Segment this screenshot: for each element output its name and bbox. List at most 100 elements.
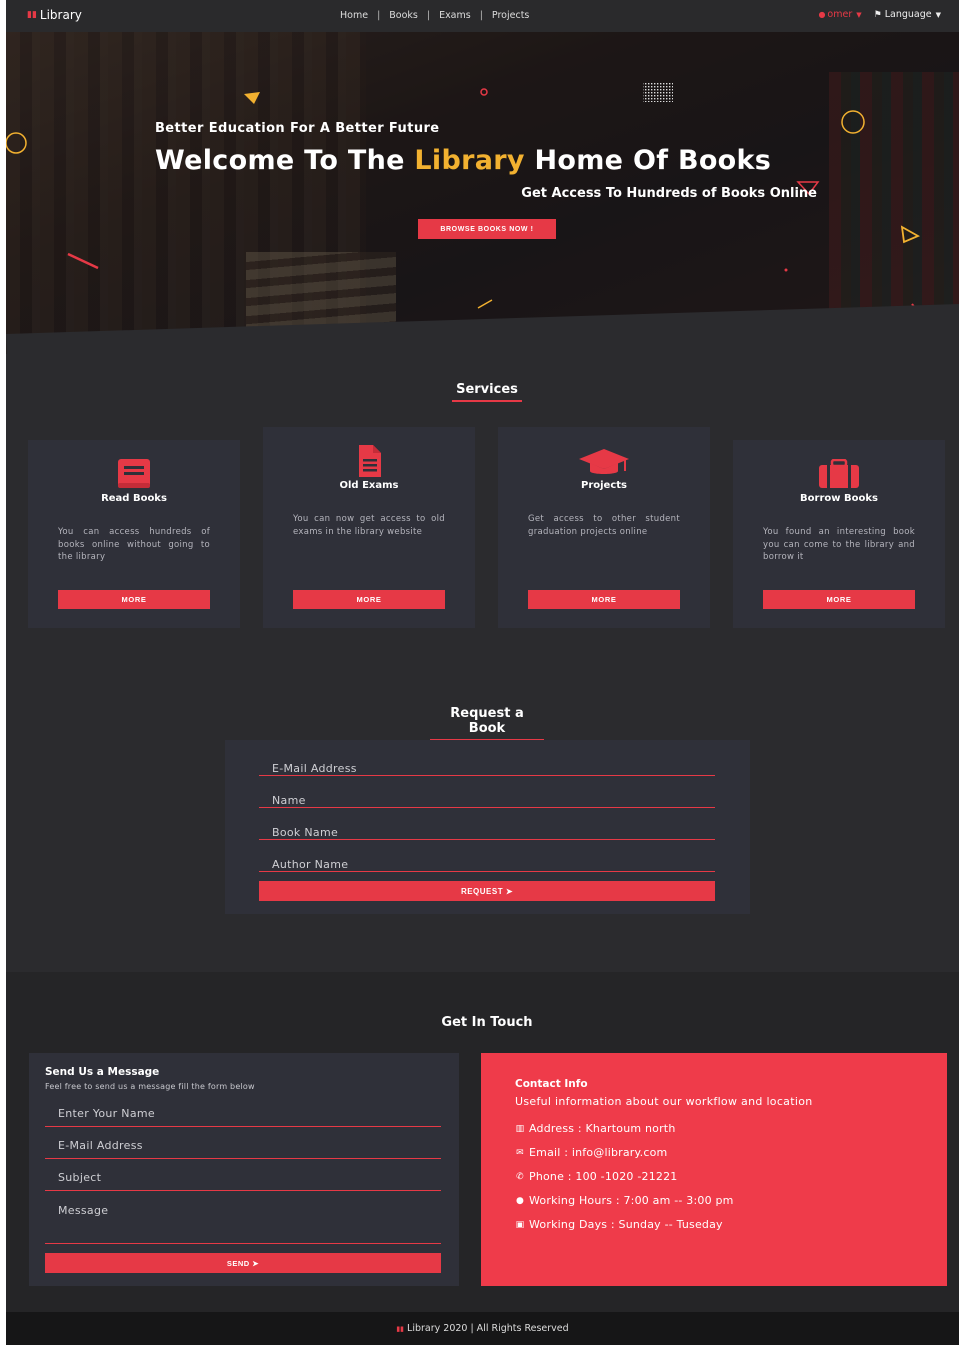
book-open-icon: ▮▮: [396, 1324, 405, 1333]
address-text: Address : Khartoum north: [529, 1122, 676, 1135]
graduation-cap-icon: [498, 447, 710, 481]
name-input[interactable]: Enter Your Name: [45, 1107, 441, 1127]
phone-row: ✆ Phone : 100 -1020 -21221: [515, 1170, 678, 1183]
caret-down-icon: ▼: [856, 10, 862, 19]
service-card-old-exams: Old Exams You can now get access to old …: [263, 427, 475, 628]
working-hours-row: ● Working Hours : 7:00 am -- 3:00 pm: [515, 1194, 734, 1207]
nav-link-home[interactable]: Home: [340, 10, 368, 21]
user-dropdown[interactable]: ● omer ▼: [818, 9, 861, 20]
dot-shape: [784, 268, 788, 272]
service-card-title: Old Exams: [339, 480, 399, 491]
contact-info-lead: Useful information about our workflow an…: [515, 1095, 813, 1108]
name-field[interactable]: Name: [259, 780, 715, 808]
book-icon: [28, 457, 240, 495]
service-card-borrow-books: Borrow Books You found an interesting bo…: [733, 440, 945, 628]
circle-shape: [6, 132, 27, 154]
clock-icon: ●: [515, 1195, 525, 1206]
hero-subtitle: Get Access To Hundreds of Books Online: [521, 186, 817, 201]
working-hours-text: Working Hours : 7:00 am -- 3:00 pm: [529, 1194, 734, 1207]
language-label: Language: [884, 9, 932, 20]
service-card-projects: Projects Get access to other student gra…: [498, 427, 710, 628]
message-form: Send Us a Message Feel free to send us a…: [29, 1053, 459, 1286]
working-days-row: ▣ Working Days : Sunday -- Tuseday: [515, 1218, 723, 1231]
circle-shape: [841, 110, 865, 134]
footer: ▮▮ Library 2020 | All Rights Reserved: [6, 1312, 959, 1345]
triangle-shape: [900, 225, 921, 244]
nav-links: Home | Books | Exams | Projects: [340, 10, 529, 21]
line-shape: [67, 252, 99, 270]
service-card-text: You can now get access to old exams in t…: [293, 514, 445, 537]
nav-link-books[interactable]: Books: [389, 10, 418, 21]
user-name: omer: [827, 9, 853, 20]
hero-title-part2: Home Of Books: [524, 145, 772, 176]
message-textarea[interactable]: Message: [45, 1204, 441, 1244]
contact-info-heading: Contact Info: [515, 1078, 588, 1090]
more-button[interactable]: MORE: [528, 590, 680, 609]
request-button[interactable]: REQUEST ➤: [259, 881, 715, 901]
service-card-title: Read Books: [101, 493, 167, 504]
navbar: ▮▮ Library Home | Books | Exams | Projec…: [6, 0, 959, 32]
more-button[interactable]: MORE: [763, 590, 915, 609]
book-name-field[interactable]: Book Name: [259, 812, 715, 840]
hero-kicker: Better Education For A Better Future: [155, 121, 440, 136]
request-form: E-Mail Address Name Book Name Author Nam…: [225, 740, 750, 914]
browse-books-button[interactable]: BROWSE BOOKS NOW !: [418, 219, 556, 239]
envelope-icon: ✉: [516, 1147, 524, 1158]
brand-link[interactable]: ▮▮ Library: [27, 8, 82, 22]
brand-name: Library: [39, 8, 82, 22]
contact-title-text: Get In Touch: [441, 1015, 533, 1030]
more-button[interactable]: MORE: [58, 590, 210, 609]
triangle-shape: [244, 92, 260, 104]
author-name-field[interactable]: Author Name: [259, 844, 715, 872]
phone-icon: ✆: [516, 1171, 524, 1182]
service-card-text: You found an interesting book you can co…: [763, 527, 915, 562]
subject-input[interactable]: Subject: [45, 1171, 441, 1191]
flag-icon: ⚑: [873, 9, 882, 20]
map-icon: ▥: [515, 1123, 525, 1134]
nav-separator: |: [479, 10, 483, 21]
service-card-text: You can access hundreds of books online …: [58, 527, 210, 562]
briefcase-icon: [733, 458, 945, 493]
service-card-text: Get access to other student graduation p…: [528, 514, 680, 537]
nav-link-exams[interactable]: Exams: [439, 10, 471, 21]
file-icon: [263, 444, 475, 482]
contact-title: Get In Touch: [412, 1015, 562, 1030]
request-title-text: Request a Book: [450, 706, 524, 736]
footer-text: Library 2020 | All Rights Reserved: [407, 1323, 569, 1334]
line-shape: [477, 299, 493, 309]
message-form-heading: Send Us a Message: [45, 1066, 160, 1078]
email-row: ✉ Email : info@library.com: [515, 1146, 667, 1159]
services-title-text: Services: [456, 382, 518, 397]
message-form-lead: Feel free to send us a message fill the …: [45, 1082, 255, 1091]
hero-title-accent: Library: [414, 145, 525, 176]
send-button[interactable]: SEND ➤: [45, 1253, 441, 1273]
service-card-read-books: Read Books You can access hundreds of bo…: [28, 440, 240, 628]
page: ▮▮ Library Home | Books | Exams | Projec…: [6, 0, 959, 1345]
email-input[interactable]: E-Mail Address: [45, 1139, 441, 1159]
hero-banner: Better Education For A Better Future Wel…: [6, 32, 959, 354]
hero-title-part1: Welcome To The: [155, 145, 415, 176]
hero-title: Welcome To The Library Home Of Books: [155, 145, 771, 176]
request-title: Request a Book: [430, 706, 544, 741]
email-field[interactable]: E-Mail Address: [259, 748, 715, 776]
language-dropdown[interactable]: ⚑ Language ▼: [874, 9, 941, 20]
nav-right: ● omer ▼ ⚑ Language ▼: [818, 9, 941, 20]
service-card-title: Borrow Books: [800, 493, 878, 504]
services-title: Services: [452, 382, 522, 402]
caret-down-icon: ▼: [935, 10, 941, 19]
book-open-icon: ▮▮: [27, 10, 37, 20]
working-days-text: Working Days : Sunday -- Tuseday: [529, 1218, 723, 1231]
circle-shape: [480, 88, 488, 96]
title-underline: [452, 400, 522, 402]
nav-link-projects[interactable]: Projects: [492, 10, 529, 21]
contact-info-panel: Contact Info Useful information about ou…: [481, 1053, 947, 1286]
phone-text: Phone : 100 -1020 -21221: [529, 1170, 678, 1183]
address-row: ▥ Address : Khartoum north: [515, 1122, 676, 1135]
nav-separator: |: [426, 10, 431, 21]
more-button[interactable]: MORE: [293, 590, 445, 609]
dot-grid-shape: [643, 82, 673, 102]
user-icon: ●: [818, 10, 826, 19]
email-text[interactable]: Email : info@library.com: [529, 1146, 667, 1159]
calendar-icon: ▣: [515, 1219, 525, 1230]
service-card-title: Projects: [580, 480, 627, 491]
